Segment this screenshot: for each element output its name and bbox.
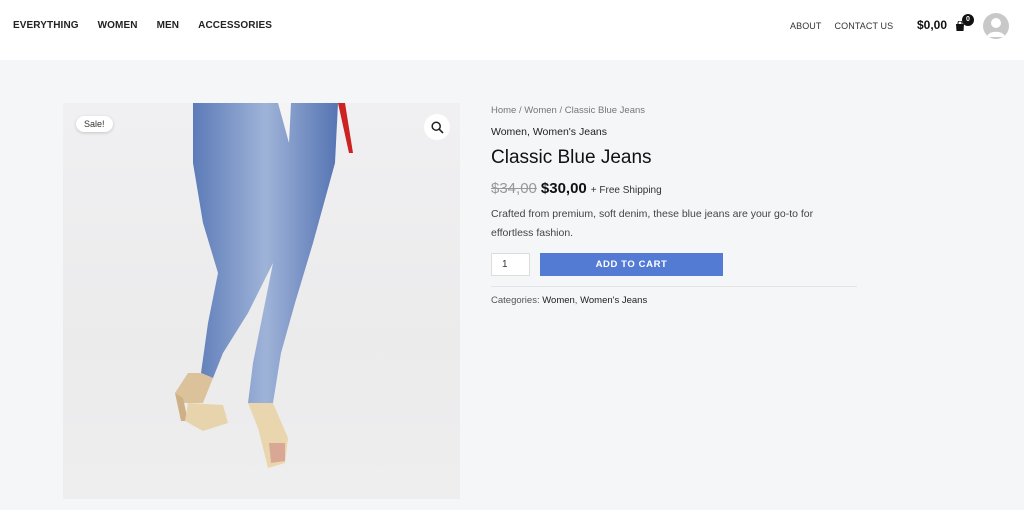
category-link-women[interactable]: Women <box>542 295 575 306</box>
breadcrumb-women[interactable]: Women <box>524 105 557 116</box>
secondary-nav: ABOUT CONTACT US <box>790 21 893 31</box>
product-meta: Categories: Women, Women's Jeans <box>491 295 857 306</box>
jeans-photo <box>175 103 353 468</box>
user-silhouette-icon <box>987 18 1005 37</box>
cart-total[interactable]: $0,00 <box>917 18 947 32</box>
quantity-input[interactable]: 1 <box>491 253 530 276</box>
add-to-cart-button[interactable]: ADD TO CART <box>540 253 723 276</box>
nav-about[interactable]: ABOUT <box>790 21 822 31</box>
site-header: EVERYTHING WOMEN MEN ACCESSORIES ABOUT C… <box>0 0 1024 60</box>
add-to-cart-form: 1 ADD TO CART <box>491 253 857 276</box>
categories-label: Categories: <box>491 295 540 306</box>
product-summary: Home / Women / Classic Blue Jeans Women,… <box>491 105 857 306</box>
breadcrumb-current: Classic Blue Jeans <box>564 105 646 116</box>
sale-badge: Sale! <box>76 116 113 132</box>
magnifier-icon <box>430 120 444 134</box>
sale-price: $30,00 <box>540 180 587 197</box>
nav-women[interactable]: WOMEN <box>98 20 138 31</box>
regular-price: $34,00 <box>491 180 537 197</box>
cart-count-badge: 0 <box>962 14 974 26</box>
product-description: Crafted from premium, soft denim, these … <box>491 208 814 239</box>
divider <box>491 286 857 287</box>
nav-accessories[interactable]: ACCESSORIES <box>198 20 272 31</box>
product-title: Classic Blue Jeans <box>491 147 652 168</box>
image-zoom-button[interactable] <box>424 114 450 140</box>
breadcrumb: Home / Women / Classic Blue Jeans <box>491 105 857 116</box>
price: $34,00 $30,00 + Free Shipping <box>491 180 857 197</box>
nav-everything[interactable]: EVERYTHING <box>13 20 79 31</box>
primary-nav: EVERYTHING WOMEN MEN ACCESSORIES <box>13 20 272 31</box>
category-link-womens-jeans[interactable]: Women's Jeans <box>580 295 647 306</box>
shipping-note: + Free Shipping <box>590 185 662 196</box>
product-categories[interactable]: Women, Women's Jeans <box>491 126 857 138</box>
breadcrumb-home[interactable]: Home <box>491 105 516 116</box>
product-image[interactable]: Sale! <box>63 103 460 499</box>
nav-contact-us[interactable]: CONTACT US <box>835 21 894 31</box>
user-avatar[interactable] <box>983 13 1009 39</box>
breadcrumb-sep: / <box>556 105 565 116</box>
nav-men[interactable]: MEN <box>157 20 180 31</box>
